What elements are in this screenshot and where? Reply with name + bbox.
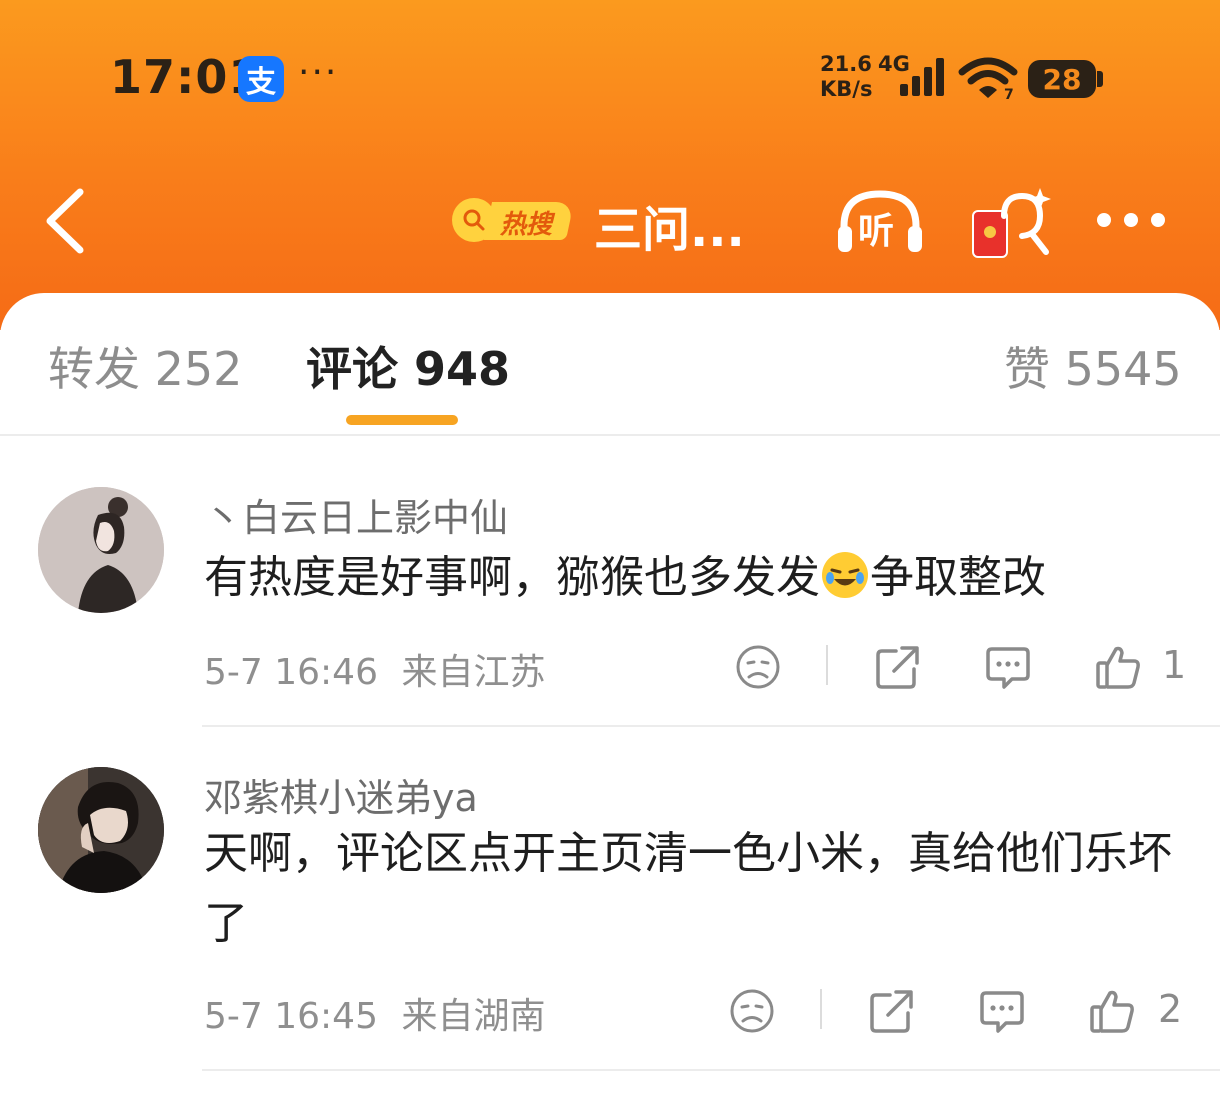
wifi-icon: 7 <box>958 57 1018 100</box>
network-speed-value: 21.6 <box>820 52 872 76</box>
reply-comment-icon[interactable] <box>984 643 1032 691</box>
like-count: 2 <box>1158 987 1183 1031</box>
thumbs-up-icon[interactable] <box>1094 643 1142 691</box>
comment-meta: 5-7 16:46 来自江苏 <box>204 643 545 695</box>
red-packet-coin <box>984 226 996 238</box>
comment-username[interactable]: 邓紫棋小迷弟ya <box>204 767 478 822</box>
ai-search-icon[interactable] <box>1000 186 1052 258</box>
battery-icon: 28 <box>1028 60 1096 98</box>
status-bar: 17:01 支 ··· 21.6 KB/s 4G 7 28 <box>0 0 1220 150</box>
comment-item: 丶白云日上影中仙 有热度是好事啊，猕猴也多发发 争取整改 5-7 16:46 来自… <box>0 445 1220 735</box>
comment-time: 5-7 16:46 <box>204 652 378 693</box>
like-count: 1 <box>1162 643 1187 687</box>
comment-meta: 5-7 16:45 来自湖南 <box>204 987 545 1039</box>
active-tab-indicator <box>346 415 458 425</box>
comment-text: 天啊，评论区点开主页清一色小米，真给他们乐坏了 <box>204 828 1172 949</box>
tab-comments[interactable]: 评论 948 <box>306 333 510 399</box>
search-icon <box>452 198 496 242</box>
comment-text-part: 有热度是好事啊，猕猴也多发发 <box>204 552 820 603</box>
comment-actions: 1 <box>730 643 1200 703</box>
comment-time: 5-7 16:45 <box>204 996 378 1037</box>
comment-item: 邓紫棋小迷弟ya 天啊，评论区点开主页清一色小米，真给他们乐坏了 5-7 16:… <box>0 727 1220 1087</box>
share-icon[interactable] <box>868 987 916 1035</box>
listen-label: 听 <box>858 211 895 252</box>
thumbs-up-icon[interactable] <box>1088 987 1136 1035</box>
more-notifications-icon: ··· <box>298 52 339 93</box>
dislike-face-icon[interactable] <box>728 987 776 1035</box>
battery-tip <box>1097 71 1103 87</box>
comment-location: 来自江苏 <box>401 652 546 693</box>
tab-likes[interactable]: 赞 5545 <box>1004 333 1182 399</box>
more-menu-icon[interactable] <box>1096 208 1166 232</box>
hot-search-label: 热搜 <box>500 210 553 240</box>
network-speed: 21.6 KB/s <box>820 52 872 102</box>
wifi-badge: 7 <box>1004 87 1014 100</box>
comments-card: 转发 252 评论 948 赞 5545 丶白云日上影中仙 有热度是好事啊，猕猴… <box>0 293 1220 1103</box>
action-separator <box>826 645 828 685</box>
comment-username[interactable]: 丶白云日上影中仙 <box>204 487 508 542</box>
tab-bar: 转发 252 评论 948 赞 5545 <box>0 293 1220 436</box>
comment-location: 来自湖南 <box>401 996 546 1037</box>
action-separator <box>820 989 822 1029</box>
reply-comment-icon[interactable] <box>978 987 1026 1035</box>
signal-icon <box>900 58 944 96</box>
top-header: 17:01 支 ··· 21.6 KB/s 4G 7 28 热搜 三问... 听 <box>0 0 1220 330</box>
page-title[interactable]: 三问... <box>594 190 745 260</box>
laugh-cry-emoji-icon <box>822 552 868 598</box>
share-icon[interactable] <box>874 643 922 691</box>
comment-text: 有热度是好事啊，猕猴也多发发 争取整改 <box>204 543 1194 613</box>
avatar[interactable] <box>38 767 164 893</box>
tab-divider <box>0 434 1220 436</box>
back-arrow-icon[interactable] <box>40 186 90 256</box>
network-speed-unit: KB/s <box>820 77 873 101</box>
comment-divider <box>202 1069 1220 1071</box>
comment-text-part: 争取整改 <box>870 552 1046 603</box>
dislike-face-icon[interactable] <box>734 643 782 691</box>
tab-repost[interactable]: 转发 252 <box>48 333 242 399</box>
alipay-icon: 支 <box>238 56 284 102</box>
comment-actions: 2 <box>724 987 1194 1047</box>
avatar[interactable] <box>38 487 164 613</box>
